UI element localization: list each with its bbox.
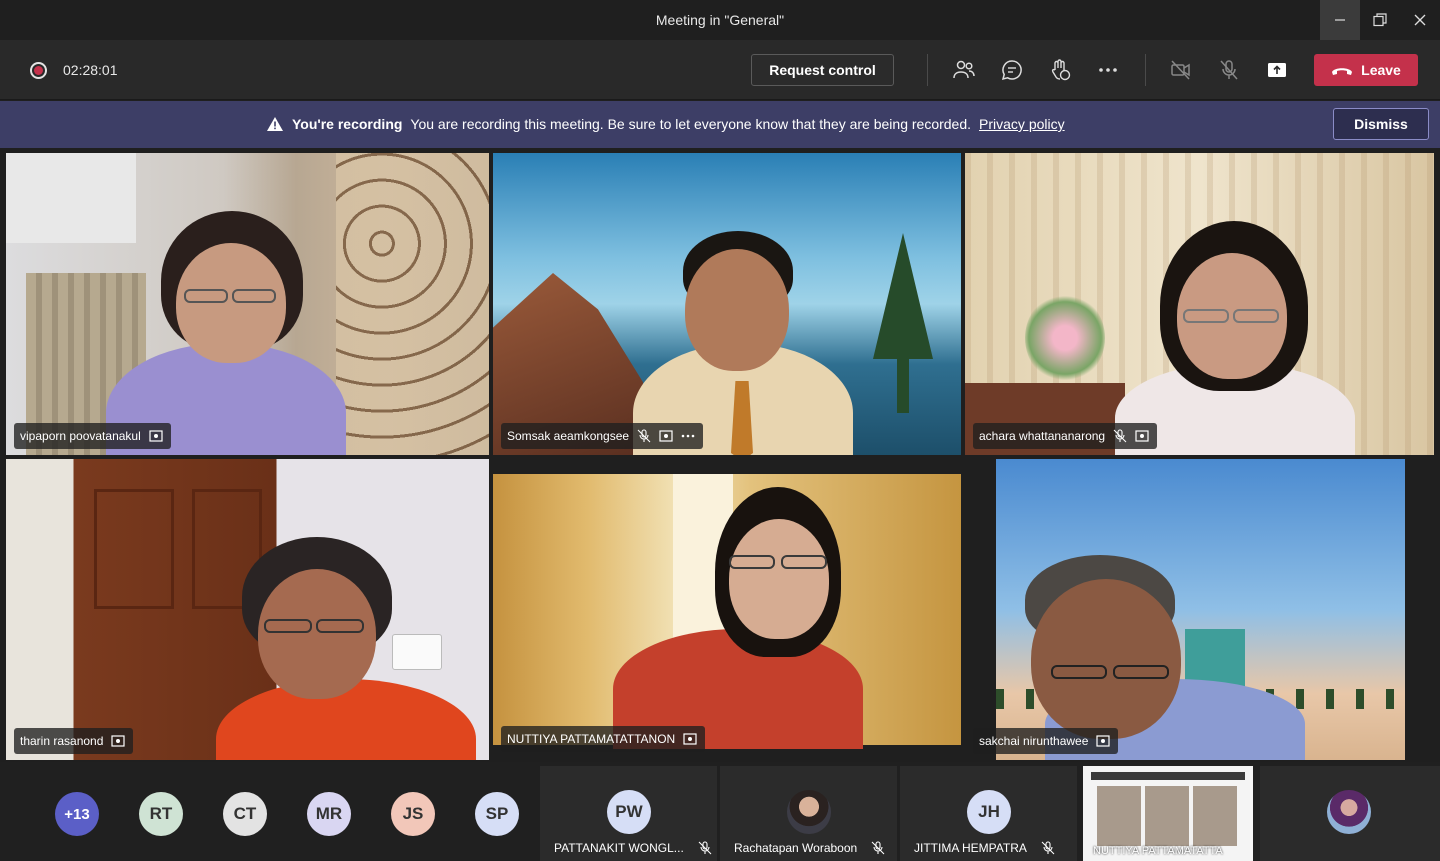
participant-name: Somsak aeamkongsee [507,429,630,443]
participant-name-tag: tharin rasanond [14,728,134,754]
roster-name-tag: NUTTIYA PATTAMATATTA [1093,845,1223,857]
people-icon [953,60,975,79]
screen-share-icon [659,429,673,443]
wall-outlet [392,634,442,670]
participant-name: achara whattananarong [979,429,1106,443]
video-tile[interactable]: achara whattananarong [965,153,1434,455]
video-tile[interactable]: tharin rasanond [6,459,489,760]
video-tile[interactable]: Somsak aeamkongsee [493,153,961,455]
share-button[interactable] [1263,56,1291,84]
participant-name: sakchai nirunthawee [979,734,1089,748]
screen-share-icon [683,732,697,746]
roster-name-tag: PATTANAKIT WONGL... [554,841,712,855]
reactions-button[interactable] [1046,56,1074,84]
roster-name-tag: Rachatapan Woraboon [734,841,885,855]
video-grid-thumbnail [1097,786,1237,846]
roster-tile[interactable]: PW PATTANAKIT WONGL... [540,766,717,861]
participant-name-tag: sakchai nirunthawee [973,728,1119,754]
avatar[interactable]: RT [139,792,183,836]
screen-share-icon [1096,734,1111,748]
door-panel [94,489,174,609]
privacy-policy-link[interactable]: Privacy policy [979,116,1065,132]
more-icon[interactable] [681,429,695,443]
curtain [336,153,489,455]
meeting-timer: 02:28:01 [63,62,118,78]
flowers [1025,293,1105,383]
title-bar: Meeting in "General" [0,0,1440,40]
participant-name-tag: NUTTIYA PATTAMATATTANON [501,726,706,752]
meeting-toolbar: 02:28:01 Request control Leave [0,40,1440,100]
avatar [787,790,831,834]
more-icon [1099,68,1117,72]
restore-button[interactable] [1360,0,1400,40]
request-control-button[interactable]: Request control [751,54,894,86]
mic-off-icon [871,841,885,855]
avatar: JH [967,790,1011,834]
self-tile[interactable] [1260,766,1440,861]
recording-indicator-icon [30,62,47,79]
more-participants-button[interactable]: +13 [55,792,99,836]
banner-message: You are recording this meeting. Be sure … [410,116,972,132]
participant-name: NUTTIYA PATTAMATATTA [1093,845,1223,857]
mic-off-icon [1220,60,1238,80]
window-title: Meeting in "General" [655,12,785,28]
video-tile[interactable]: sakchai nirunthawee [965,459,1434,760]
leave-button[interactable]: Leave [1314,54,1418,86]
roster-tile[interactable]: Rachatapan Woraboon [720,766,897,861]
banner-heading: You're recording [292,116,403,132]
mic-off-icon [1113,429,1127,443]
screen-share-icon [1135,429,1149,443]
restore-icon [1373,13,1387,27]
participant-name: NUTTIYA PATTAMATATTANON [507,732,676,746]
participant-name: vipaporn poovatanakul [20,429,141,443]
video-tile[interactable]: NUTTIYA PATTAMATATTANON [493,459,961,760]
screen-share-icon [149,429,163,443]
chat-icon [1001,60,1022,81]
video-tile[interactable]: vipaporn poovatanakul [6,153,489,455]
participants-button[interactable] [950,56,978,84]
shared-screen-preview[interactable]: NUTTIYA PATTAMATATTA [1083,766,1253,861]
avatar: PW [607,790,651,834]
close-button[interactable] [1400,0,1440,40]
roster-tile[interactable]: JH JITTIMA HEMPATRA [900,766,1077,861]
hang-up-icon [1332,68,1353,75]
participant-name-tag: achara whattananarong [973,423,1158,449]
participant-name: Rachatapan Woraboon [734,841,858,855]
participant-name-tag: Somsak aeamkongsee [501,423,704,449]
leave-label: Leave [1361,62,1401,78]
participant-name: PATTANAKIT WONGL... [554,841,684,855]
avatar[interactable]: JS [391,792,435,836]
raise-hand-icon [1051,59,1071,81]
avatar[interactable]: SP [475,792,519,836]
minimize-button[interactable] [1320,0,1360,40]
avatar[interactable]: MR [307,792,351,836]
mic-off-icon [637,429,651,443]
participant-name-tag: vipaporn poovatanakul [14,423,171,449]
minimize-icon [1335,19,1345,21]
close-icon [1414,14,1426,26]
camera-button[interactable] [1167,56,1195,84]
toolbar-divider [1145,54,1146,86]
warning-icon [267,117,283,131]
participant-name: tharin rasanond [20,734,104,748]
chat-button[interactable] [998,56,1026,84]
avatar [1327,790,1371,834]
participant-name: JITTIMA HEMPATRA [914,841,1027,855]
more-options-button[interactable] [1094,56,1122,84]
avatar[interactable]: CT [223,792,267,836]
screen-share-icon [111,734,125,748]
share-screen-icon [1268,63,1286,77]
toolbar-divider [927,54,928,86]
dismiss-button[interactable]: Dismiss [1333,108,1429,140]
mic-off-icon [698,841,712,855]
mic-button[interactable] [1215,56,1243,84]
recording-banner: You're recording You are recording this … [0,101,1440,148]
roster-name-tag: JITTIMA HEMPATRA [914,841,1055,855]
mic-off-icon [1041,841,1055,855]
camera-off-icon [1171,60,1190,80]
